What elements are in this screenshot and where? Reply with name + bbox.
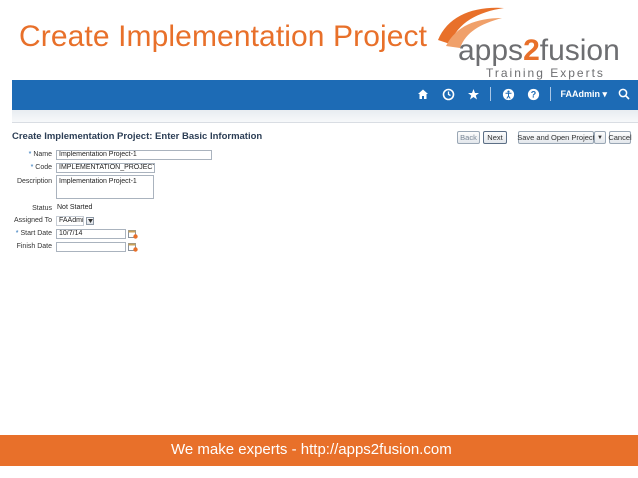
save-and-open-project-button[interactable]: Save and Open Project [517, 131, 595, 144]
home-icon[interactable] [415, 86, 431, 102]
status-label: Status [32, 205, 52, 212]
slide-title: Create Implementation Project [19, 20, 428, 53]
save-options-dropdown[interactable]: ▼ [594, 131, 606, 144]
start-date-label: * Start Date [15, 230, 52, 237]
code-label: * Code [30, 164, 52, 171]
calendar-icon[interactable] [128, 229, 138, 239]
global-header-bar: ? FAAdmin ▾ [12, 80, 638, 110]
description-textarea[interactable]: Implementation Project-1 [56, 175, 154, 199]
accessibility-icon[interactable] [500, 86, 516, 102]
logo-tagline: Training Experts [486, 66, 605, 80]
help-icon[interactable]: ? [525, 86, 541, 102]
status-value: Not Started [57, 204, 93, 211]
svg-text:?: ? [531, 89, 537, 99]
search-icon[interactable] [616, 86, 632, 102]
back-button[interactable]: Back [457, 131, 480, 144]
next-button[interactable]: Next [483, 131, 507, 144]
user-menu[interactable]: FAAdmin ▾ [560, 89, 607, 100]
cancel-button[interactable]: Cancel [608, 131, 632, 144]
assigned-to-dropdown-button[interactable] [86, 217, 94, 225]
clock-icon[interactable] [440, 86, 456, 102]
footer-text: We make experts - http://apps2fusion.com [171, 441, 452, 458]
name-input[interactable]: Implementation Project-1 [56, 150, 212, 160]
code-input[interactable]: IMPLEMENTATION_PROJECT_1 [56, 163, 155, 173]
sub-header-strip [12, 110, 638, 123]
chevron-down-icon [87, 219, 93, 223]
name-label: * Name [28, 151, 52, 158]
assigned-to-select[interactable]: FAAdmin [56, 216, 84, 226]
page-heading: Create Implementation Project: Enter Bas… [12, 131, 263, 142]
star-icon[interactable] [465, 86, 481, 102]
finish-date-input[interactable] [56, 242, 126, 252]
start-date-input[interactable]: 10/7/14 [56, 229, 126, 239]
calendar-icon[interactable] [128, 242, 138, 252]
description-label: Description [16, 178, 52, 185]
apps2fusion-logo: apps2fusion Training Experts [428, 2, 638, 82]
logo-wordmark: apps2fusion [458, 34, 620, 67]
finish-date-label: Finish Date [16, 243, 52, 250]
assigned-to-label: Assigned To [13, 217, 52, 224]
header-divider [490, 87, 492, 101]
header-divider [550, 87, 552, 101]
